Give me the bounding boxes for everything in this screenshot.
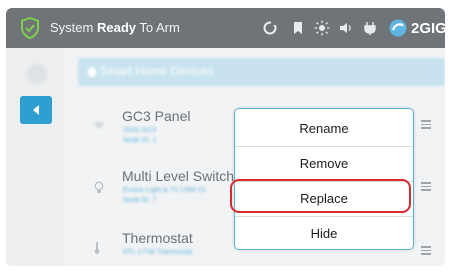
thermometer-icon	[94, 242, 100, 254]
bookmark-icon[interactable]	[290, 20, 306, 36]
volume-icon[interactable]	[338, 20, 354, 36]
home-icon[interactable]	[27, 64, 47, 84]
row-menu-icon[interactable]	[421, 246, 431, 257]
heart-icon	[94, 121, 104, 129]
lightbulb-icon	[88, 67, 96, 77]
status-bar: System Ready To Arm 2GIG	[6, 8, 445, 48]
section-title: Smart Home Devices	[100, 64, 214, 78]
device-name: Multi Level Switch	[122, 168, 235, 184]
replace-highlight	[230, 179, 411, 213]
status-state: Ready	[96, 20, 136, 35]
device-node: Node ID: 1	[123, 137, 157, 144]
row-menu-icon[interactable]	[421, 120, 431, 131]
hide-option[interactable]: Hide	[235, 216, 413, 251]
refresh-icon[interactable]	[262, 20, 278, 36]
rename-option[interactable]: Rename	[235, 111, 413, 146]
brand-name: 2GIG	[411, 19, 445, 37]
sun-icon[interactable]	[314, 20, 330, 36]
shield-check-icon	[21, 17, 39, 39]
back-button[interactable]	[20, 96, 52, 124]
device-name: GC3 Panel	[122, 108, 191, 124]
status-suffix: To Arm	[139, 20, 180, 35]
device-model: 2GIG GC3	[123, 127, 157, 134]
system-status: System Ready To Arm	[50, 20, 180, 35]
device-model: Evolve Light & TV LRM-15	[123, 187, 206, 194]
back-arrow-icon	[33, 105, 39, 115]
status-prefix: System	[50, 20, 94, 35]
device-model: RTL CT30 Thermostat	[123, 249, 193, 256]
device-name: Thermostat	[122, 230, 193, 246]
row-menu-icon[interactable]	[421, 182, 431, 193]
remove-option[interactable]: Remove	[235, 146, 413, 181]
brand-logo: 2GIG	[388, 16, 445, 40]
lightbulb-icon	[94, 181, 104, 193]
power-plug-icon[interactable]	[362, 20, 378, 36]
section-header: Smart Home Devices	[78, 58, 445, 86]
left-rail	[6, 48, 64, 266]
brand-mark-icon	[389, 19, 407, 37]
device-node: Node ID: 7	[123, 197, 157, 204]
